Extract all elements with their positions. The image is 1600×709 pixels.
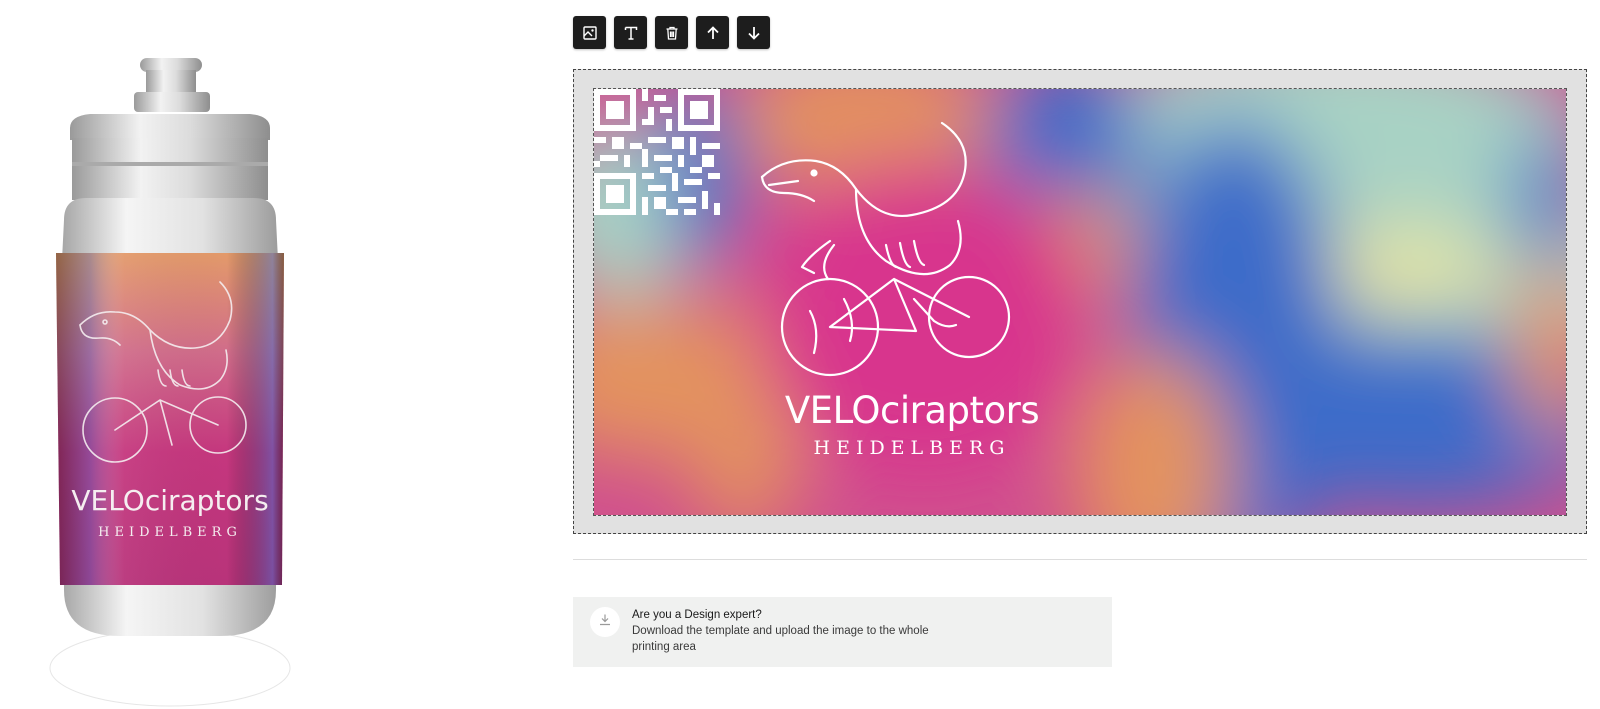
design-expert-card: Are you a Design expert? Download the te…: [573, 597, 1112, 667]
design-background-image[interactable]: [594, 89, 1567, 516]
add-image-button[interactable]: [573, 16, 606, 49]
expert-card-description: Download the template and upload the ima…: [632, 625, 929, 653]
bottle-3d-preview[interactable]: VELOciraptors HEIDELBERG: [40, 50, 300, 709]
add-text-icon: [623, 25, 639, 41]
design-canvas[interactable]: VELOciraptors HEIDELBERG: [573, 69, 1587, 534]
expert-card-title: Are you a Design expert?: [632, 609, 762, 621]
section-divider: [573, 559, 1587, 560]
bottle-shadow: [49, 629, 291, 707]
svg-text:VELOciraptors: VELOciraptors: [71, 484, 268, 517]
trash-icon: [664, 25, 680, 41]
move-layer-up-button[interactable]: [696, 16, 729, 49]
arrow-down-icon: [746, 25, 762, 41]
add-text-button[interactable]: [614, 16, 647, 49]
add-image-icon: [582, 25, 598, 41]
qr-code-image[interactable]: [594, 89, 720, 215]
editor-toolbar: [573, 16, 770, 49]
move-layer-down-button[interactable]: [737, 16, 770, 49]
expert-card-text: Are you a Design expert? Download the te…: [632, 607, 942, 655]
design-subtitle-text[interactable]: HEIDELBERG: [777, 437, 1047, 459]
delete-button[interactable]: [655, 16, 688, 49]
arrow-up-icon: [705, 25, 721, 41]
download-template-button[interactable]: [590, 607, 620, 637]
design-title-text[interactable]: VELOciraptors: [777, 389, 1047, 432]
printing-area[interactable]: VELOciraptors HEIDELBERG: [593, 88, 1567, 516]
download-icon: [598, 613, 612, 632]
svg-text:HEIDELBERG: HEIDELBERG: [98, 525, 242, 540]
